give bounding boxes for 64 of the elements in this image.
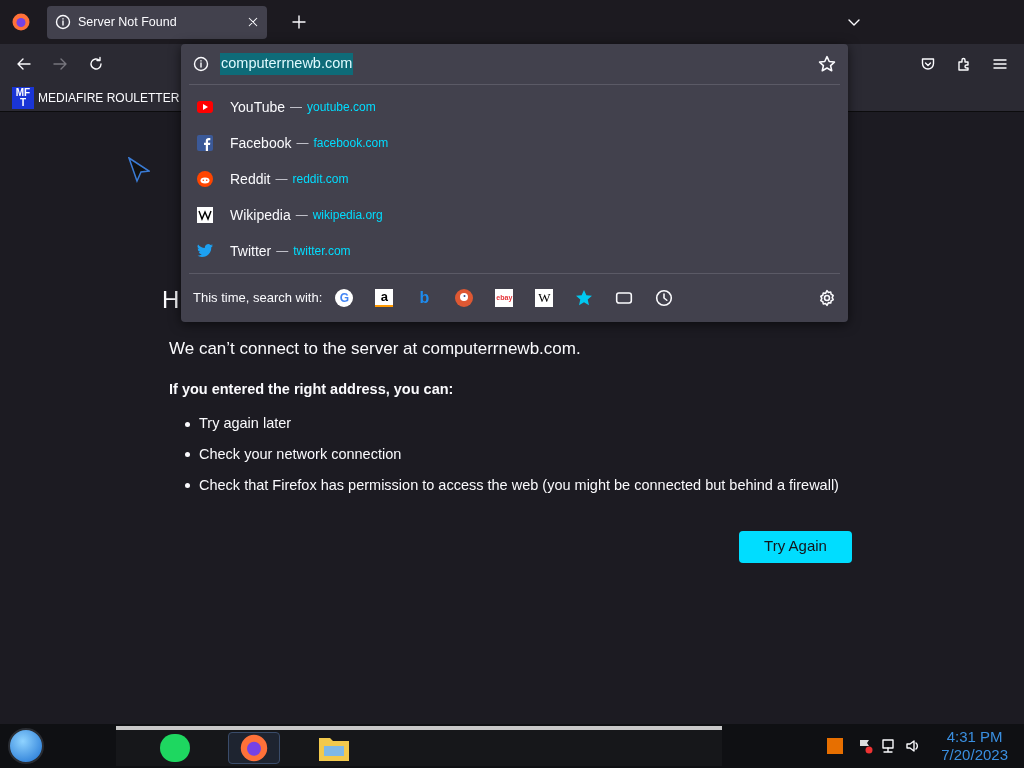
suggestion-url: youtube.com <box>307 99 376 116</box>
search-engine-button[interactable]: G <box>335 289 354 307</box>
browser-app-icon[interactable] <box>228 732 280 764</box>
plus-icon[interactable] <box>291 14 307 30</box>
w-logo-icon <box>197 207 213 223</box>
bird-icon <box>197 244 213 258</box>
search-engine-button[interactable]: a <box>375 289 394 307</box>
info-icon[interactable] <box>193 56 209 72</box>
suggestion-row[interactable]: Facebook — facebook.com <box>181 125 848 161</box>
try-again-button[interactable]: Try Again <box>739 530 852 563</box>
search-with-label: This time, search with: <box>193 289 323 308</box>
star-icon[interactable] <box>575 289 594 307</box>
pocket-icon[interactable] <box>920 56 936 72</box>
suggestion-url: wikipedia.org <box>312 207 383 224</box>
suggestion-row[interactable]: Twitter — twitter.com <box>181 233 848 269</box>
close-icon[interactable] <box>247 16 259 28</box>
suggestion-row[interactable]: YouTube — youtube.com <box>181 89 848 125</box>
settings-icon[interactable] <box>818 289 836 307</box>
f-logo-icon <box>197 135 213 151</box>
url-field[interactable]: computerrnewb.com <box>220 53 354 75</box>
suggestion-text: Check that Firefox has permission to access the web (you might be connected but behind a firewall) <box>199 475 839 495</box>
start-button[interactable] <box>8 728 44 764</box>
bullet-icon <box>185 483 190 489</box>
clock-icon[interactable] <box>655 289 674 307</box>
suggestion-title: YouTube <box>230 97 285 117</box>
dash: — <box>275 171 288 188</box>
suggestion-row[interactable]: Reddit — reddit.com <box>181 161 848 197</box>
search-engine-button[interactable]: W <box>535 289 554 307</box>
browser-tab[interactable]: Server Not Found <box>47 5 267 39</box>
suggestion-text: Try again later <box>199 414 292 434</box>
info-icon <box>55 14 71 30</box>
clock-date[interactable]: 7/20/2023 <box>941 746 1008 764</box>
suggestion-title: Reddit <box>230 169 271 189</box>
tab-title: Server Not Found <box>78 13 178 31</box>
suggestion-title: Facebook <box>230 133 292 153</box>
browser-logo-icon[interactable] <box>12 13 30 31</box>
dash: — <box>296 135 309 152</box>
forward-arrow-icon[interactable] <box>52 56 68 72</box>
puzzle-icon[interactable] <box>956 56 972 72</box>
suggestion-row[interactable]: Wikipedia — wikipedia.org <box>181 197 848 233</box>
suggestion-title: Twitter <box>230 241 272 261</box>
tab-icon[interactable] <box>615 289 634 307</box>
dash: — <box>290 99 302 116</box>
suggestion-text: Check your network connection <box>199 445 402 464</box>
suggestion-title: Wikipedia <box>230 205 291 225</box>
bookmark-favicon: MF T <box>12 86 34 109</box>
error-heading: H <box>162 285 180 315</box>
suggestion-url: reddit.com <box>292 171 349 188</box>
reload-icon[interactable] <box>88 56 104 72</box>
bullet-icon <box>185 452 190 458</box>
play-icon <box>197 101 213 113</box>
flag-icon[interactable] <box>857 738 874 754</box>
star-icon[interactable] <box>818 55 836 73</box>
bullet-icon <box>185 421 190 427</box>
menu-icon[interactable] <box>992 56 1008 72</box>
dash: — <box>276 243 289 260</box>
suggestion-url: twitter.com <box>293 243 351 260</box>
suggestion-url: facebook.com <box>313 135 389 152</box>
error-subheading: If you entered the right address, you can: <box>169 379 454 399</box>
dash: — <box>295 207 308 224</box>
clock-time[interactable]: 4:31 PM <box>946 728 1003 746</box>
cursor-icon <box>128 157 150 183</box>
error-message: We can’t connect to the server at computerrnewb.com. <box>169 338 581 360</box>
back-arrow-icon[interactable] <box>16 56 32 72</box>
